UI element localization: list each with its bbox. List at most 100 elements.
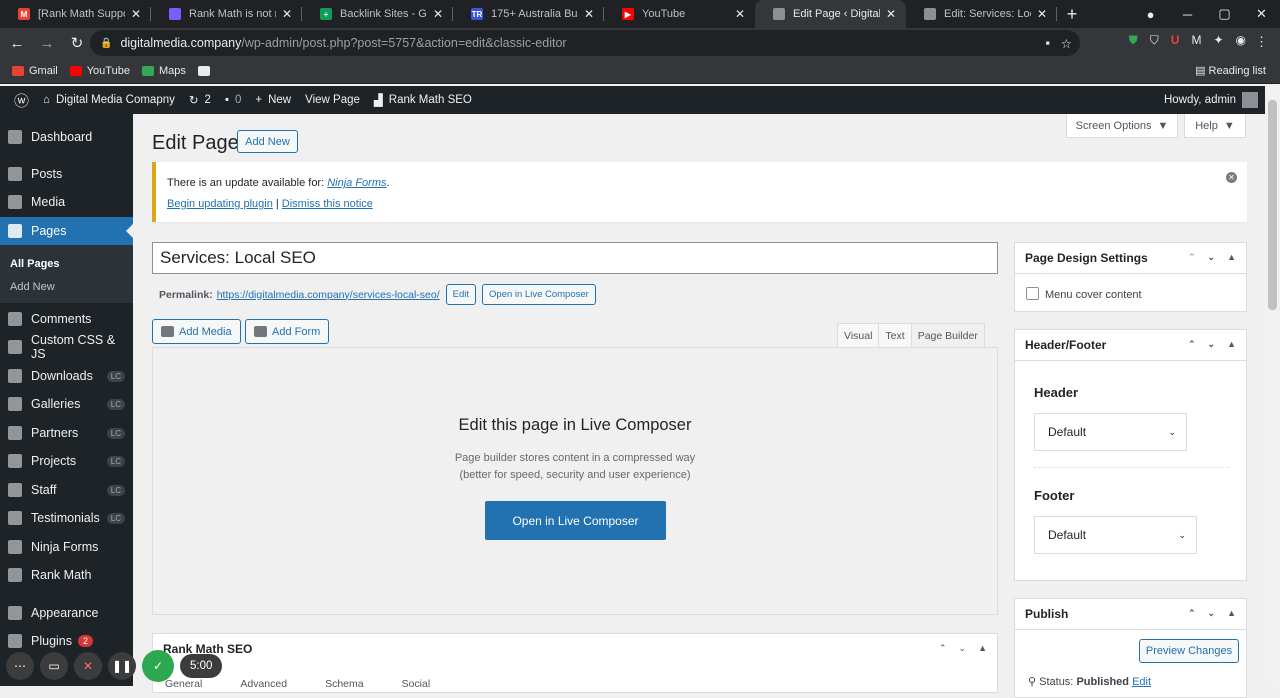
browser-tab[interactable]: TR 175+ Australia Busine ✕ [453, 0, 604, 28]
minimize-button[interactable]: ─ [1169, 7, 1206, 22]
ninja-forms-link[interactable]: Ninja Forms [327, 177, 386, 189]
dismiss-notice-link[interactable]: Dismiss this notice [282, 198, 373, 210]
submenu-all-pages[interactable]: All Pages [10, 258, 60, 270]
reading-list[interactable]: ▤ Reading list [1195, 64, 1266, 77]
browser-tab[interactable]: ▶ YouTube ✕ [604, 0, 755, 28]
finish-recording-icon[interactable]: ✓ [142, 650, 174, 682]
begin-updating-link[interactable]: Begin updating plugin [167, 198, 273, 210]
page-scrollbar[interactable] [1265, 86, 1280, 686]
account-menu[interactable]: Howdy, admin [1164, 92, 1258, 108]
header-select[interactable]: Default ⌄ [1034, 413, 1187, 451]
wordpress-logo-icon[interactable]: ⓦ [14, 90, 29, 111]
publish-header[interactable]: Publish ⌃ ⌄ ▲ [1015, 599, 1246, 630]
sidebar-item-testimonials[interactable]: Testimonials LC [0, 504, 133, 532]
sidebar-item-appearance[interactable]: Appearance [0, 599, 133, 627]
chevron-up-icon[interactable]: ⌃ [1188, 339, 1196, 350]
close-tab-icon[interactable]: ✕ [433, 7, 443, 21]
menu-cover-checkbox[interactable] [1026, 287, 1039, 300]
dismiss-icon[interactable]: ✕ [1226, 172, 1237, 183]
browser-tab[interactable]: Edit: Services: Local S ✕ [906, 0, 1057, 28]
add-form-button[interactable]: Add Form [245, 319, 330, 344]
browser-tab[interactable]: Rank Math is not resp ✕ [151, 0, 302, 28]
chevron-up-icon[interactable]: ⌃ [1188, 608, 1196, 619]
ublock-icon[interactable]: U [1171, 33, 1180, 48]
profile-icon[interactable]: ● [1132, 7, 1169, 22]
puzzle-icon[interactable]: ✦ [1213, 33, 1223, 48]
shield-icon[interactable]: ⛉ [1150, 33, 1159, 48]
preview-changes-button[interactable]: Preview Changes [1139, 639, 1239, 663]
rank-math-tab[interactable]: Schema [325, 678, 364, 690]
chevron-down-icon[interactable]: ⌄ [1208, 608, 1216, 619]
site-name-link[interactable]: ⌂ Digital Media Comapny [43, 94, 175, 106]
caret-up-icon[interactable]: ▲ [1227, 252, 1236, 263]
caret-up-icon[interactable]: ▲ [1227, 608, 1236, 619]
close-tab-icon[interactable]: ✕ [584, 7, 594, 21]
camera-icon[interactable]: ▪ [1046, 36, 1050, 50]
maximize-button[interactable]: ▢ [1206, 6, 1243, 22]
tab-text[interactable]: Text [878, 323, 912, 347]
sidebar-item-galleries[interactable]: Galleries LC [0, 390, 133, 418]
open-live-composer-button[interactable]: Open in Live Composer [485, 501, 666, 540]
post-title-input[interactable]: Services: Local SEO [152, 242, 998, 274]
browser-tab[interactable]: Edit Page ‹ Digital Me ✕ [755, 0, 906, 28]
status-edit-link[interactable]: Edit [1132, 676, 1151, 688]
view-page-link[interactable]: View Page [305, 94, 360, 106]
rank-math-box-controls[interactable]: ⌃ ⌄ ▲ [939, 643, 987, 654]
caret-up-icon[interactable]: ▲ [1227, 339, 1236, 350]
add-new-button[interactable]: Add New [237, 130, 298, 153]
close-tab-icon[interactable]: ✕ [131, 7, 141, 21]
permalink-url[interactable]: https://digitalmedia.company/services-lo… [217, 289, 440, 301]
sidebar-item-comments[interactable]: Comments [0, 305, 133, 333]
shield-green-icon[interactable]: ⛊ [1129, 33, 1138, 48]
sidebar-item-pages[interactable]: Pages [0, 217, 133, 245]
camera-toggle-icon[interactable]: ▭ [40, 652, 68, 680]
chevron-up-icon[interactable]: ⌃ [1188, 252, 1196, 263]
submenu-add-new[interactable]: Add New [10, 281, 55, 293]
close-tab-icon[interactable]: ✕ [886, 7, 896, 21]
user-avatar-icon[interactable]: ◉ [1236, 33, 1246, 48]
sidebar-item-downloads[interactable]: Downloads LC [0, 362, 133, 390]
chevron-down-icon[interactable]: ⌄ [1208, 252, 1216, 263]
scrollbar-thumb[interactable] [1268, 100, 1277, 310]
browser-tab[interactable]: M [Rank Math Support] I ✕ [0, 0, 151, 28]
chevron-up-icon[interactable]: ⌃ [939, 643, 947, 654]
sidebar-item-posts[interactable]: Posts [0, 160, 133, 188]
chevron-down-icon[interactable]: ⌄ [1208, 339, 1216, 350]
url-input[interactable]: 🔒 digitalmedia.company /wp-admin/post.ph… [90, 30, 1080, 56]
updates-link[interactable]: ↻ 2 [189, 93, 211, 107]
pause-icon[interactable]: ❚❚ [108, 652, 136, 680]
header-footer-header[interactable]: Header/Footer ⌃ ⌄ ▲ [1015, 330, 1246, 361]
gmail-ext-icon[interactable]: M [1191, 33, 1201, 48]
back-button[interactable]: ← [4, 35, 30, 52]
close-tab-icon[interactable]: ✕ [282, 7, 292, 21]
footer-select[interactable]: Default ⌄ [1034, 516, 1197, 554]
forward-button[interactable]: → [34, 35, 60, 52]
page-design-settings-header[interactable]: Page Design Settings ⌃ ⌄ ▲ [1015, 243, 1246, 274]
screen-options-button[interactable]: Screen Options ▼ [1066, 114, 1178, 138]
permalink-edit-button[interactable]: Edit [445, 284, 477, 305]
sidebar-item-rank-math[interactable]: Rank Math [0, 561, 133, 589]
sidebar-item-staff[interactable]: Staff LC [0, 476, 133, 504]
bookmark[interactable] [197, 65, 215, 76]
open-live-composer-small-button[interactable]: Open in Live Composer [482, 284, 596, 305]
sidebar-item-dashboard[interactable]: Dashboard [0, 123, 133, 151]
comments-link[interactable]: ▪ 0 [225, 94, 241, 106]
close-tab-icon[interactable]: ✕ [1037, 7, 1047, 21]
rank-math-tab[interactable]: Social [402, 678, 431, 690]
sidebar-item-projects[interactable]: Projects LC [0, 447, 133, 475]
help-button[interactable]: Help ▼ [1184, 114, 1246, 138]
rank-math-link[interactable]: ▟ Rank Math SEO [374, 93, 472, 107]
close-tab-icon[interactable]: ✕ [735, 7, 745, 21]
rank-math-tab[interactable]: Advanced [240, 678, 287, 690]
sidebar-item-media[interactable]: Media [0, 188, 133, 216]
bookmark[interactable]: YouTube [69, 65, 130, 77]
sidebar-item-ninja-forms[interactable]: Ninja Forms [0, 533, 133, 561]
browser-tab[interactable]: + Backlink Sites - Googl ✕ [302, 0, 453, 28]
bookmark[interactable]: Maps [141, 65, 186, 77]
chevron-down-icon[interactable]: ⌄ [959, 643, 967, 654]
reload-button[interactable]: ↻ [64, 34, 90, 52]
add-media-button[interactable]: Add Media [152, 319, 241, 344]
tab-visual[interactable]: Visual [837, 323, 880, 347]
bookmark[interactable]: Gmail [12, 65, 58, 77]
sidebar-item-partners[interactable]: Partners LC [0, 419, 133, 447]
